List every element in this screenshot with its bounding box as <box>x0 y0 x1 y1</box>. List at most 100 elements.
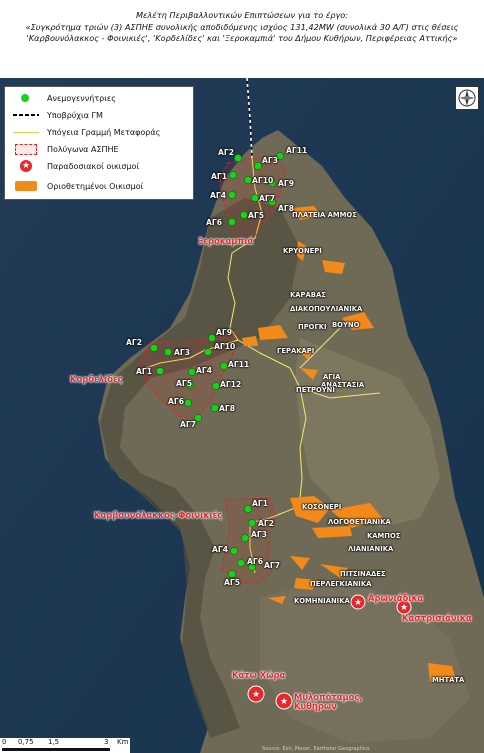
settlement-label: ΑΓΙΑ <box>323 373 341 381</box>
underground-line-icon <box>13 126 39 138</box>
turbine-label: ΑΓ6 <box>247 557 263 566</box>
turbine-marker <box>204 348 212 356</box>
turbine-label: ΑΓ9 <box>278 179 294 188</box>
turbine-label: ΑΓ6 <box>168 397 184 406</box>
site-label-kordelides: Κορδελίδες <box>70 374 123 384</box>
scale-bar: 0 0,75 1,5 3 Km <box>0 738 130 753</box>
turbine-marker <box>230 547 238 555</box>
turbine-label: ΑΓ4 <box>210 191 226 200</box>
turbine-label: ΑΓ1 <box>252 499 268 508</box>
settlement-label: ΚΟΜΗΝΙΑΝΙΚΑ <box>294 597 350 605</box>
turbine-label: ΑΓ7 <box>180 420 196 429</box>
svg-text:★: ★ <box>280 697 288 707</box>
legend-label: Οριοθετημένοι Οικισμοί <box>47 181 144 191</box>
turbine-label: ΑΓ8 <box>219 404 235 413</box>
legend-item-submarine: Υποβρύχια ΓΜ <box>13 108 103 122</box>
turbine-label: ΑΓ12 <box>220 380 242 389</box>
settlement-label: ΛΟΓΟΘΕΤΙΑΝΙΚΑ <box>328 518 391 526</box>
settlement-label: ΔΙΑΚΟΠΟΥΛΙΑΝΙΚΑ <box>290 305 363 313</box>
title-line-1: Μελέτη Περιβαλλοντικών Επιπτώσεων για το… <box>135 10 349 20</box>
turbine-marker <box>228 191 236 199</box>
turbine-label: ΑΓ6 <box>206 218 222 227</box>
settlement-label: ΠΡΟΓΚΙ <box>298 323 327 331</box>
turbine-marker <box>229 171 237 179</box>
legend-item-traditional: ★ Παραδοσιακοί οικισμοί <box>13 159 139 173</box>
settlement-label: ΚΑΡΑΒΑΣ <box>290 291 326 299</box>
turbine-label: ΑΓ5 <box>248 211 264 220</box>
settlement-label: ΠΕΤΡΟΥΝΙ <box>296 386 335 394</box>
turbine-marker <box>251 194 259 202</box>
village-label-kato-chora: Κάτω Χώρα <box>232 670 286 680</box>
settlement-label: ΠΙΤΣΙΝΑΔΕΣ <box>340 570 386 578</box>
turbine-marker <box>237 559 245 567</box>
legend: Ανεμογεννήτριες Υποβρύχια ΓΜ Υπόγεια Γρα… <box>4 86 194 200</box>
turbine-label: ΑΓ5 <box>176 379 192 388</box>
village-label-kastrisianika: Καστρισιάνικα <box>402 613 472 623</box>
turbine-label: ΑΓ11 <box>286 146 308 155</box>
village-label-line: Κυθήρων <box>294 701 337 711</box>
turbine-label: ΑΓ11 <box>228 360 250 369</box>
turbine-marker <box>241 534 249 542</box>
settlement-label: ΠΛΑΤΕΙΑ ΑΜΜΟΣ <box>292 211 357 219</box>
site-label-karvounolakkos: Καρβουνόλακκος-Φοινικιές <box>94 510 223 520</box>
legend-label: Πολύγωνα ΑΣΠΗΕ <box>47 144 119 154</box>
scale-label-2: 1,5 <box>48 738 60 746</box>
turbine-label: ΑΓ3 <box>262 156 278 165</box>
turbine-label: ΑΓ4 <box>212 545 228 554</box>
turbine-label: ΑΓ2 <box>258 519 274 528</box>
north-arrow-icon <box>455 86 479 110</box>
scale-bar-line <box>2 748 110 751</box>
turbine-label: ΑΓ10 <box>252 176 274 185</box>
turbine-label: ΑΓ3 <box>174 348 190 357</box>
turbine-label: ΑΓ7 <box>264 561 280 570</box>
svg-text:★: ★ <box>400 603 408 613</box>
turbine-marker <box>234 154 242 162</box>
svg-text:★: ★ <box>354 598 362 608</box>
turbine-label: ΑΓ1 <box>211 172 227 181</box>
settlement-label: ΠΕΡΛΕΓΚΙΑΝΙΚΑ <box>310 580 372 588</box>
legend-item-turbines: Ανεμογεννήτριες <box>13 91 116 105</box>
site-label-xerokampia: Ξεροκαμπιά <box>198 236 254 246</box>
settlement-label: ΚΡΥΟΝΕΡΙ <box>283 247 322 255</box>
legend-label: Ανεμογεννήτριες <box>47 93 116 103</box>
turbine-label: ΑΓ1 <box>136 367 152 376</box>
turbine-marker <box>244 176 252 184</box>
turbine-label: ΑΓ4 <box>196 366 212 375</box>
turbine-label: ΑΓ2 <box>126 338 142 347</box>
scale-label-0: 0 <box>2 738 7 746</box>
title-line-2: «Συγκρότημα τριών (3) ΑΣΠΗΕ συνολικής απ… <box>25 21 459 32</box>
turbine-marker <box>240 211 248 219</box>
map-credit: Source: Esri, Maxar, Earthstar Geographi… <box>262 746 370 752</box>
legend-item-polygons: Πολύγωνα ΑΣΠΗΕ <box>13 142 119 156</box>
village-label-mylopotamos: Μυλοπόταμος, Κυθήρων <box>294 693 363 711</box>
polygon-icon <box>13 143 39 155</box>
turbine-marker <box>254 162 262 170</box>
turbine-label: ΑΓ5 <box>224 578 240 587</box>
turbine-marker <box>150 344 158 352</box>
settlement-label: ΜΗΤΑΤΑ <box>432 676 465 684</box>
turbine-label: ΑΓ3 <box>251 530 267 539</box>
scale-unit: Km <box>117 738 129 746</box>
turbine-marker <box>248 519 256 527</box>
turbine-label: ΑΓ10 <box>214 342 236 351</box>
svg-text:★: ★ <box>252 690 260 700</box>
turbine-marker <box>244 505 252 513</box>
legend-item-settlements: Οριοθετημένοι Οικισμοί <box>13 179 143 193</box>
turbine-marker <box>184 399 192 407</box>
turbine-marker <box>156 367 164 375</box>
turbine-marker <box>228 218 236 226</box>
settlement-label: ΚΟΣΟΝΕΡΙ <box>302 503 342 511</box>
settlement-label: ΒΟΥΝΟ <box>332 321 360 329</box>
turbine-marker <box>228 570 236 578</box>
village-label-aroniadika: Αρωνιάδικα <box>368 593 424 603</box>
turbine-marker <box>220 362 228 370</box>
turbine-marker <box>164 348 172 356</box>
settlement-label: ΚΑΜΠΟΣ <box>367 532 401 540</box>
legend-label: Παραδοσιακοί οικισμοί <box>47 161 140 171</box>
turbine-label: ΑΓ2 <box>218 148 234 157</box>
settlement-icon <box>13 180 39 192</box>
turbine-label: ΑΓ9 <box>216 328 232 337</box>
legend-item-underground: Υπόγεια Γραμμή Μεταφοράς <box>13 125 160 139</box>
turbine-icon <box>13 92 39 104</box>
star-icon: ★ <box>20 160 32 172</box>
